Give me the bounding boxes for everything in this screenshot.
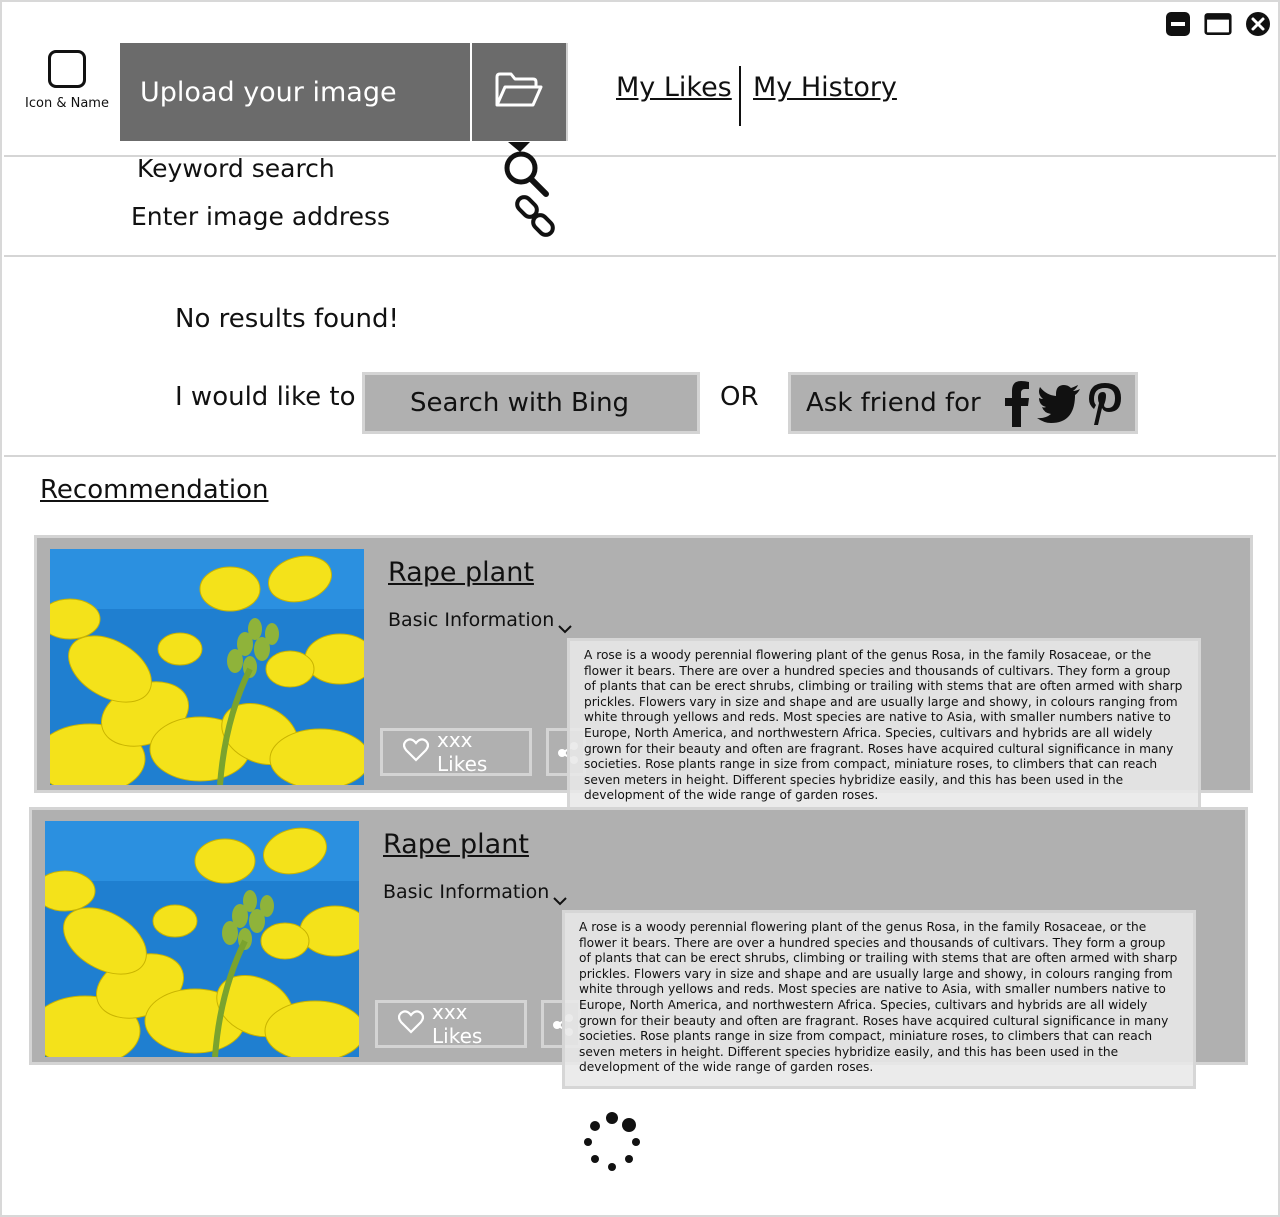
heart-icon [402, 737, 430, 767]
basic-information-popup: A rose is a woody perennial flowering pl… [567, 638, 1201, 817]
logo-icon [48, 50, 86, 88]
likes-count: xxx Likes [437, 728, 488, 776]
logo-label: Icon & Name [25, 96, 109, 111]
maximize-icon[interactable] [1204, 10, 1232, 38]
like-button[interactable]: xxx Likes [380, 728, 532, 776]
loading-spinner-icon [580, 1110, 644, 1174]
divider [4, 455, 1276, 457]
nav-my-likes[interactable]: My Likes [616, 72, 732, 103]
ask-friend-label: Ask friend for [806, 388, 981, 418]
chevron-down-icon[interactable] [557, 621, 573, 637]
close-icon[interactable] [1244, 10, 1272, 38]
plant-image[interactable] [45, 821, 359, 1057]
heart-icon [397, 1009, 425, 1039]
folder-open-icon [494, 71, 544, 113]
bing-button-label: Search with Bing [410, 388, 630, 418]
basic-information-popup: A rose is a woody perennial flowering pl… [562, 910, 1196, 1089]
or-label: OR [720, 382, 759, 412]
keyword-search-option[interactable]: Keyword search [137, 154, 335, 183]
browse-folder-button[interactable] [472, 43, 568, 141]
app-logo[interactable]: Icon & Name [24, 50, 110, 111]
nav-my-history[interactable]: My History [753, 72, 897, 103]
plant-image[interactable] [50, 549, 364, 785]
action-prompt: I would like to [175, 382, 356, 412]
window-controls [1164, 10, 1272, 38]
ask-friend-button[interactable]: Ask friend for [788, 372, 1138, 434]
recommendation-heading: Recommendation [40, 475, 269, 505]
link-icon[interactable] [512, 194, 562, 248]
like-button[interactable]: xxx Likes [375, 1000, 527, 1048]
basic-information-toggle[interactable]: Basic Information [383, 881, 549, 903]
chevron-down-icon[interactable] [552, 893, 568, 909]
search-icon[interactable] [500, 138, 552, 202]
basic-information-toggle[interactable]: Basic Information [388, 609, 554, 631]
divider [4, 255, 1276, 257]
facebook-icon[interactable] [1003, 381, 1031, 434]
social-icons [1003, 381, 1123, 434]
pinterest-icon[interactable] [1087, 381, 1123, 434]
likes-count: xxx Likes [432, 1000, 483, 1048]
no-results-message: No results found! [175, 304, 399, 334]
twitter-icon[interactable] [1037, 385, 1081, 430]
plant-title[interactable]: Rape plant [383, 829, 529, 860]
nav-separator [739, 66, 741, 126]
minimize-icon[interactable] [1164, 10, 1192, 38]
app-window: Icon & Name Upload your image My Likes M… [0, 0, 1280, 1217]
upload-image-button[interactable]: Upload your image [120, 43, 470, 141]
plant-title[interactable]: Rape plant [388, 557, 534, 588]
search-with-bing-button[interactable]: Search with Bing [362, 372, 700, 434]
image-address-option[interactable]: Enter image address [131, 202, 390, 231]
